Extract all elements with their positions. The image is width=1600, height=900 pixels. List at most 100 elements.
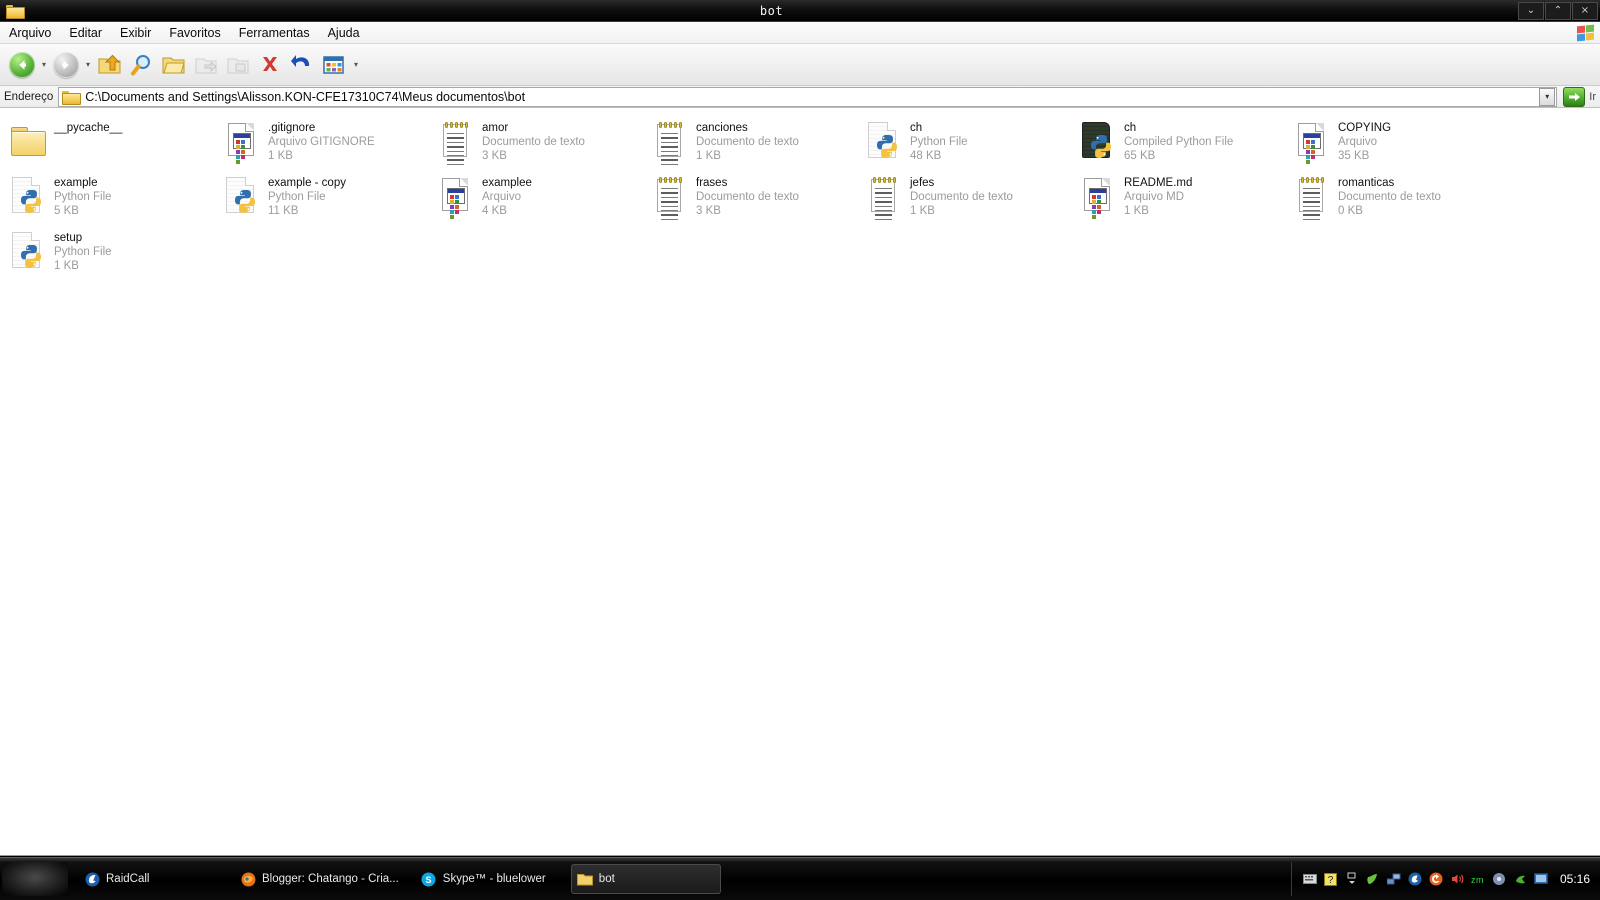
file-item[interactable]: romanticas Documento de texto 0 KB — [1290, 169, 1504, 224]
taskbar-item[interactable]: RaidCall — [78, 864, 228, 894]
file-item[interactable]: example Python File 5 KB — [6, 169, 220, 224]
file-item[interactable]: canciones Documento de texto 1 KB — [648, 114, 862, 169]
update-icon[interactable] — [1428, 871, 1444, 887]
generic-file-icon — [1079, 175, 1117, 219]
file-label: example Python File 5 KB — [50, 173, 112, 218]
help-icon[interactable]: ? — [1323, 871, 1339, 887]
volume-icon[interactable] — [1449, 871, 1465, 887]
file-type: Documento de texto — [1338, 191, 1441, 203]
python-file-icon — [9, 230, 47, 272]
menu-exibir[interactable]: Exibir — [111, 23, 160, 43]
raidcall-tray-icon[interactable] — [1407, 871, 1423, 887]
file-item[interactable]: .gitignore Arquivo GITIGNORE 1 KB — [220, 114, 434, 169]
file-icon — [6, 173, 50, 219]
file-size: 3 KB — [482, 150, 507, 162]
menu-ajuda[interactable]: Ajuda — [319, 23, 369, 43]
move-to-button[interactable] — [190, 49, 222, 81]
file-item[interactable]: README.md Arquivo MD 1 KB — [1076, 169, 1290, 224]
svg-text:?: ? — [1328, 875, 1334, 886]
views-button[interactable] — [318, 49, 350, 81]
file-label: canciones Documento de texto 1 KB — [692, 118, 799, 163]
file-size: 5 KB — [54, 205, 79, 217]
file-label: __pycache__ — [50, 118, 122, 135]
copy-to-button[interactable] — [222, 49, 254, 81]
file-label: examplee Arquivo 4 KB — [478, 173, 532, 218]
taskbar-item[interactable]: bot — [570, 864, 721, 894]
file-icon — [648, 118, 692, 165]
address-input[interactable]: C:\Documents and Settings\Alisson.KON-CF… — [58, 86, 1558, 107]
delete-button[interactable] — [254, 49, 286, 81]
address-dropdown-button[interactable]: ▾ — [1539, 87, 1556, 106]
python-logo-icon — [21, 190, 41, 213]
file-item[interactable]: amor Documento de texto 3 KB — [434, 114, 648, 169]
file-name: README.md — [1124, 177, 1193, 189]
close-button[interactable]: × — [1572, 1, 1598, 20]
shield-green-icon[interactable] — [1365, 871, 1381, 887]
file-item[interactable]: frases Documento de texto 3 KB — [648, 169, 862, 224]
sync-icon[interactable] — [1512, 871, 1528, 887]
start-button[interactable] — [2, 862, 68, 896]
taskbar-clock[interactable]: 05:16 — [1560, 872, 1590, 886]
file-size: 1 KB — [1124, 205, 1149, 217]
folders-button[interactable] — [158, 49, 190, 81]
show-hidden-icons-icon[interactable] — [1344, 871, 1360, 887]
file-item[interactable]: setup Python File 1 KB — [6, 224, 220, 279]
system-tray: ? zm 05:16 — [1290, 862, 1600, 896]
explorer-window: bot ⌄ ⌃ × Arquivo Editar Exibir Favorito… — [0, 0, 1600, 900]
window-folder-icon — [3, 2, 25, 20]
file-label: jefes Documento de texto 1 KB — [906, 173, 1013, 218]
file-item[interactable]: ch Compiled Python File 65 KB — [1076, 114, 1290, 169]
zoom-icon[interactable]: zm — [1470, 871, 1486, 887]
up-button[interactable] — [94, 49, 126, 81]
back-button[interactable] — [6, 49, 38, 81]
network-icon[interactable] — [1386, 871, 1402, 887]
address-path-text: C:\Documents and Settings\Alisson.KON-CF… — [85, 89, 526, 104]
search-button[interactable] — [126, 49, 158, 81]
file-name: ch — [910, 122, 923, 134]
file-item[interactable]: jefes Documento de texto 1 KB — [862, 169, 1076, 224]
taskbar-item[interactable]: Blogger: Chatango - Cria... — [234, 864, 409, 894]
taskbar-buttons: RaidCall Blogger: Chatango - Cria... S Skyp… — [78, 864, 721, 894]
back-dropdown-icon[interactable]: ▾ — [38, 50, 50, 80]
taskbar-item[interactable]: S Skype™ - bluelower — [415, 864, 565, 894]
forward-button[interactable] — [50, 49, 82, 81]
keyboard-icon[interactable] — [1302, 871, 1318, 887]
menu-favoritos[interactable]: Favoritos — [160, 23, 229, 43]
file-icon — [648, 173, 692, 220]
file-name: setup — [54, 232, 83, 244]
file-item[interactable]: ch Python File 48 KB — [862, 114, 1076, 169]
views-dropdown-icon[interactable]: ▾ — [350, 50, 362, 80]
media-icon[interactable] — [1491, 871, 1507, 887]
undo-button[interactable] — [286, 49, 318, 81]
menu-editar[interactable]: Editar — [60, 23, 111, 43]
file-size: 1 KB — [54, 260, 79, 272]
taskbar-item-label: RaidCall — [106, 873, 150, 885]
go-button[interactable]: Ir — [1563, 86, 1596, 107]
file-icon — [434, 173, 478, 219]
file-size: 1 KB — [910, 205, 935, 217]
menu-ferramentas[interactable]: Ferramentas — [230, 23, 319, 43]
text-document-icon — [651, 120, 689, 165]
maximize-button[interactable]: ⌃ — [1545, 1, 1571, 20]
file-label: .gitignore Arquivo GITIGNORE 1 KB — [264, 118, 375, 163]
file-name: romanticas — [1338, 177, 1395, 189]
file-item[interactable]: __pycache__ — [6, 114, 220, 169]
file-name: examplee — [482, 177, 532, 189]
forward-dropdown-icon[interactable]: ▾ — [82, 50, 94, 80]
file-item[interactable]: example - copy Python File 11 KB — [220, 169, 434, 224]
title-bar: bot ⌄ ⌃ × — [0, 0, 1600, 22]
file-item[interactable]: examplee Arquivo 4 KB — [434, 169, 648, 224]
file-type: Python File — [268, 191, 326, 203]
taskbar: RaidCall Blogger: Chatango - Cria... S Skyp… — [0, 857, 1600, 900]
python-file-icon — [223, 175, 261, 217]
file-list-area[interactable]: __pycache__ .gitignore Arquivo GITIGNORE 1 … — [0, 108, 1600, 856]
text-document-icon — [651, 175, 689, 220]
skype-icon: S — [421, 871, 437, 887]
menu-arquivo[interactable]: Arquivo — [0, 23, 60, 43]
file-item[interactable]: COPYING Arquivo 35 KB — [1290, 114, 1504, 169]
monitor-icon[interactable] — [1533, 871, 1549, 887]
minimize-button[interactable]: ⌄ — [1518, 1, 1544, 20]
file-label: example - copy Python File 11 KB — [264, 173, 346, 218]
folder-icon — [9, 120, 47, 162]
compiled-python-file-icon — [1079, 120, 1117, 162]
